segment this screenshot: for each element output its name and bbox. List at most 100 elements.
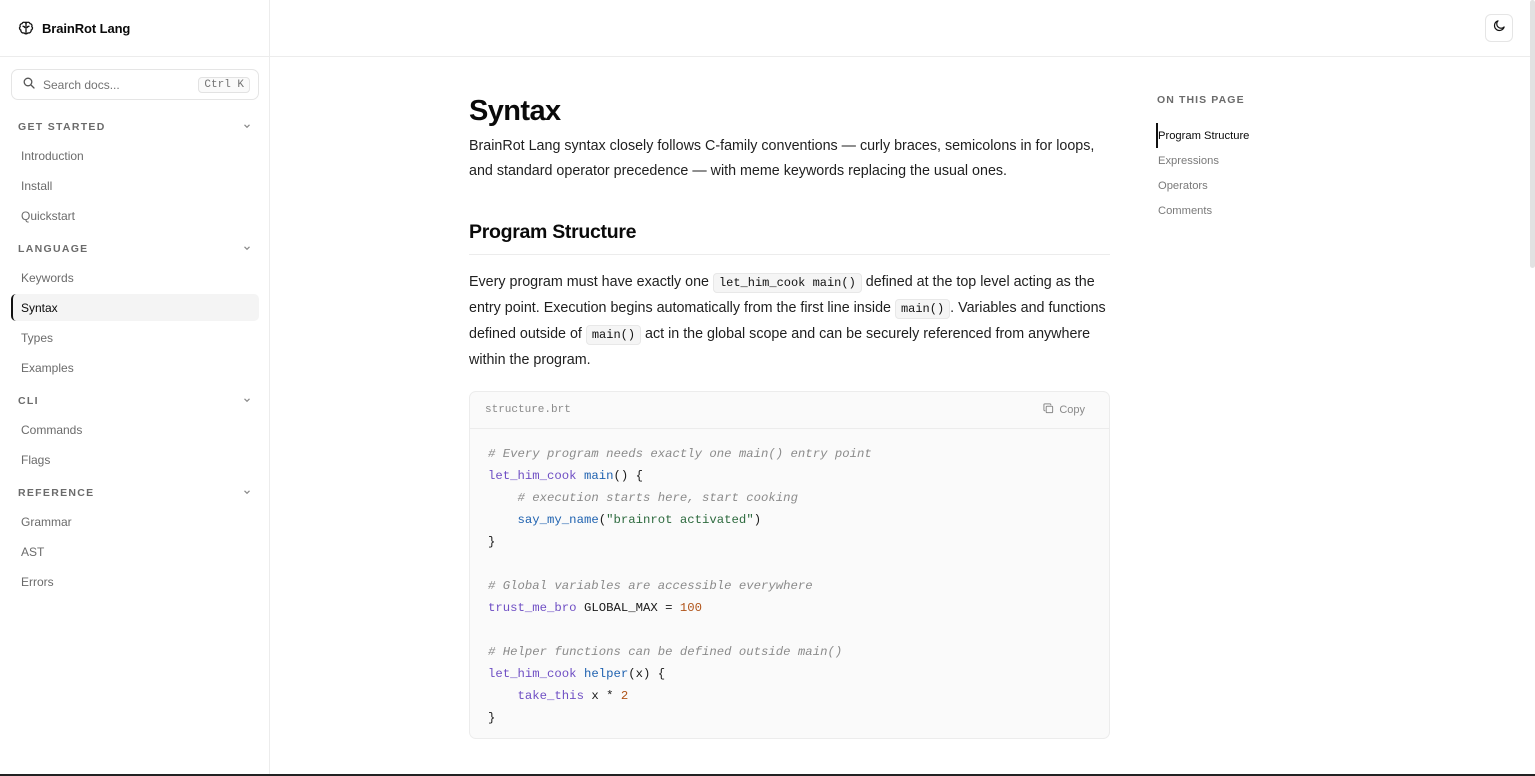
nav-group-cli: CLI Commands Flags [0, 386, 270, 478]
nav-group-title: LANGUAGE [18, 243, 89, 255]
code-line: # Helper functions can be defined outsid… [488, 641, 1091, 663]
code-block-header: structure.brt Copy [470, 392, 1109, 429]
toc-item-operators[interactable]: Operators [1156, 173, 1356, 198]
code-token: x * [583, 689, 621, 703]
brand[interactable]: BrainRot Lang [0, 0, 269, 57]
code-line: # Every program needs exactly one main()… [488, 443, 1091, 465]
section-title-program-structure: Program Structure [469, 220, 1110, 255]
code-line: let_him_cook helper(x) { [488, 663, 1091, 685]
sidebar-item-flags[interactable]: Flags [11, 446, 259, 473]
copy-button[interactable]: Copy [1043, 403, 1085, 417]
chevron-down-icon [242, 118, 252, 136]
code-token: } [488, 535, 496, 549]
nav-group-title: GET STARTED [18, 121, 106, 133]
copy-label: Copy [1059, 404, 1085, 416]
brain-icon [18, 20, 34, 36]
chevron-down-icon [242, 240, 252, 258]
code-token: 100 [679, 601, 703, 615]
sidebar-item-types[interactable]: Types [11, 324, 259, 351]
sidebar-item-syntax[interactable]: Syntax [11, 294, 259, 321]
code-filename: structure.brt [485, 404, 571, 416]
brand-name: BrainRot Lang [42, 20, 131, 36]
chevron-down-icon [242, 392, 252, 410]
toc-item-comments[interactable]: Comments [1156, 198, 1356, 223]
top-bar [270, 0, 1535, 57]
code-line: say_my_name("brainrot activated") [488, 509, 1091, 531]
nav-group-title: CLI [18, 395, 39, 407]
sidebar-nav: GET STARTED Introduction Install Quickst… [0, 112, 270, 600]
code-token: (x) { [628, 667, 666, 681]
code-block: structure.brt Copy # Every program needs… [469, 391, 1110, 739]
nav-group-reference: REFERENCE Grammar AST Errors [0, 478, 270, 600]
code-token: # execution starts here, start cooking [517, 491, 798, 505]
program-structure-paragraph: Every program must have exactly one let_… [469, 273, 1106, 368]
copy-icon [1043, 403, 1054, 417]
sidebar-item-keywords[interactable]: Keywords [11, 264, 259, 291]
nav-group-language: LANGUAGE Keywords Syntax Types Examples [0, 234, 270, 386]
page-lead: BrainRot Lang syntax closely follows C-f… [469, 138, 1095, 179]
code-token: # Every program needs exactly one main()… [488, 447, 872, 461]
sidebar: BrainRot Lang Search docs... Ctrl K GET … [0, 0, 270, 776]
code-token: let_him_cook [488, 667, 577, 681]
sidebar-item-quickstart[interactable]: Quickstart [11, 202, 259, 229]
inline-code: main() [894, 299, 951, 319]
sidebar-item-ast[interactable]: AST [11, 538, 259, 565]
search-shortcut: Ctrl K [198, 76, 250, 93]
scrollbar[interactable] [1530, 0, 1535, 268]
search-icon [23, 76, 35, 94]
code-line: } [488, 707, 1091, 729]
moon-icon [1493, 19, 1506, 37]
inline-code: let_him_cook main() [712, 273, 862, 293]
code-line: } [488, 531, 1091, 553]
code-line: # execution starts here, start cooking [488, 487, 1091, 509]
code-token: trust_me_bro [488, 601, 577, 615]
nav-group-header[interactable]: GET STARTED [0, 112, 270, 142]
code-token: ) [753, 513, 762, 527]
code-token: helper [583, 667, 629, 681]
code-token: ( [598, 513, 607, 527]
theme-toggle-button[interactable] [1485, 14, 1513, 42]
nav-group-title: REFERENCE [18, 487, 95, 499]
nav-group-header[interactable]: LANGUAGE [0, 234, 270, 264]
nav-group-header[interactable]: REFERENCE [0, 478, 270, 508]
toc-item-expressions[interactable]: Expressions [1156, 148, 1356, 173]
sidebar-item-grammar[interactable]: Grammar [11, 508, 259, 535]
search-placeholder: Search docs... [43, 77, 120, 92]
code-token: say_my_name [517, 513, 599, 527]
sidebar-item-commands[interactable]: Commands [11, 416, 259, 443]
chevron-down-icon [242, 484, 252, 502]
sidebar-item-errors[interactable]: Errors [11, 568, 259, 595]
sidebar-item-examples[interactable]: Examples [11, 354, 259, 381]
code-line: let_him_cook main() { [488, 465, 1091, 487]
toc-title: ON THIS PAGE [1157, 94, 1245, 106]
search-input[interactable]: Search docs... Ctrl K [11, 69, 259, 100]
code-line: take_this x * 2 [488, 685, 1091, 707]
code-line: trust_me_bro GLOBAL_MAX = 100 [488, 597, 1091, 619]
code-token: let_him_cook [488, 469, 577, 483]
code-token: "brainrot activated" [606, 513, 754, 527]
toc-item-program-structure[interactable]: Program Structure [1156, 123, 1356, 148]
code-token: # Helper functions can be defined outsid… [488, 645, 843, 659]
nav-group-header[interactable]: CLI [0, 386, 270, 416]
code-line: # Global variables are accessible everyw… [488, 575, 1091, 597]
page-title: Syntax [469, 95, 561, 127]
code-token: 2 [620, 689, 629, 703]
code-token: } [488, 711, 496, 725]
sidebar-item-install[interactable]: Install [11, 172, 259, 199]
code-token: take_this [517, 689, 584, 703]
sidebar-item-introduction[interactable]: Introduction [11, 142, 259, 169]
code-token: () { [613, 469, 644, 483]
table-of-contents: ON THIS PAGE Program Structure Expressio… [1156, 94, 1356, 223]
code-body: # Every program needs exactly one main()… [470, 429, 1109, 738]
nav-group-get-started: GET STARTED Introduction Install Quickst… [0, 112, 270, 234]
code-token: GLOBAL_MAX = [576, 601, 680, 615]
code-token: main [583, 469, 614, 483]
inline-code: main() [585, 325, 642, 345]
